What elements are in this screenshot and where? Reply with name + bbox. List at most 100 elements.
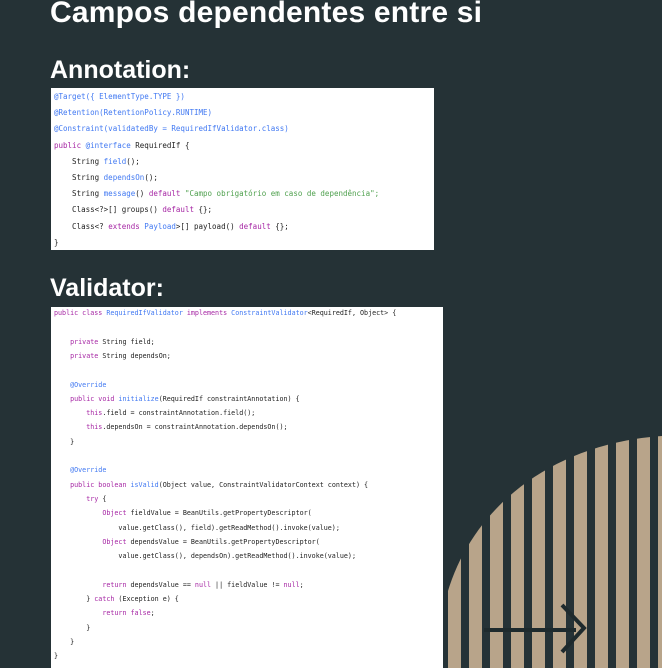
code-line: String dependsOn(); [54,173,158,182]
code-line: @Override [54,466,106,474]
code-token: {}; [193,205,213,215]
code-token: Payload [139,221,176,231]
stripe [595,436,608,668]
code-token: String [54,173,104,182]
code-token: >[] payload() [175,221,240,231]
code-token: (RequiredIf constraintAnnotation) { [158,394,300,403]
validator-section-label: Validator: [50,274,164,302]
code-line: } [54,652,58,660]
code-token: catch [94,595,115,603]
code-token: return [54,580,131,589]
code-token: @Target({ ElementType.TYPE }) [54,92,185,101]
code-line: String field(); [54,157,140,166]
code-line: Object fieldValue = BeanUtils.getPropert… [54,509,311,518]
code-token: {}; [270,221,289,231]
stripe [532,436,545,668]
code-token: private [54,351,103,360]
code-token: @interface [85,140,131,150]
annotation-section-label: Annotation: [50,56,191,84]
stripe [469,436,482,668]
code-token: value.getClass(), dependsOn).getReadMeth… [54,552,356,561]
code-token: message [103,189,136,199]
code-token: .field = constraintAnnotation.field(); [102,409,256,418]
code-line: private String dependsOn; [54,352,171,360]
code-token: Object [54,509,131,518]
code-line: @Retention(RetentionPolicy.RUNTIME) [54,108,212,117]
code-line: Object dependsValue = BeanUtils.getPrope… [54,537,320,546]
code-token: (); [144,173,158,182]
code-token: @Override [54,466,107,475]
code-line: Class<? extends Payload>[] payload() def… [54,222,289,231]
code-token: } [54,437,75,446]
code-token: this [54,409,103,418]
code-token: default [239,221,271,231]
code-token: } [54,652,59,661]
code-token: public void [54,394,119,403]
code-token: null [283,580,300,589]
stripe [658,436,662,668]
code-token: public boolean [54,480,131,489]
code-token: RequiredIfValidator [106,309,183,317]
stripe [553,436,566,668]
code-token: "Campo obrigatório em caso de dependênci… [180,189,380,199]
code-token: dependsValue == [130,580,195,589]
code-token: String [54,156,104,166]
code-token: Class<?>[] groups() [54,205,163,215]
code-token: try [54,494,103,503]
code-token: default [162,205,194,215]
code-token: @Retention(RetentionPolicy.RUNTIME) [54,108,213,118]
code-line: private String field; [54,338,155,346]
stripe [616,436,629,668]
code-token: Class<? [54,221,109,231]
code-line: return dependsValue == null || fieldValu… [54,580,304,589]
code-token: ; [150,609,155,618]
stripe [637,436,650,668]
stripe-pattern [448,436,662,668]
code-token: value.getClass(), field).getReadMethod()… [54,523,340,532]
code-token: public [54,140,86,150]
code-token: String dependsOn; [102,351,171,360]
code-token: } [54,237,59,247]
code-line: } catch (Exception e) { [54,595,179,603]
code-token: } [54,637,75,646]
code-token: initialize [118,394,159,403]
code-line: } [54,238,59,247]
code-line: value.getClass(), field).getReadMethod()… [54,523,340,532]
stripe [511,436,524,668]
code-token: RequiredIf { [130,140,190,150]
code-line: value.getClass(), dependsOn).getReadMeth… [54,552,356,560]
code-line: } [54,624,90,632]
code-token: (Exception e) { [114,595,179,603]
code-line: public boolean isValid(Object value, Con… [54,481,368,489]
code-token: } [54,595,95,603]
stripe [448,436,461,668]
code-token: implements [182,309,232,317]
code-line: public @interface RequiredIf { [54,141,189,150]
code-line: @Target({ ElementType.TYPE }) [54,92,185,101]
code-token: ; [299,580,304,589]
code-line: this.dependsOn = constraintAnnotation.de… [54,423,287,432]
code-line: this.field = constraintAnnotation.field(… [54,409,255,417]
code-token: isValid [130,480,159,489]
code-line: } [54,638,74,646]
annotation-code-block: @Target({ ElementType.TYPE }) @Retention(… [51,88,434,250]
code-token: null [194,580,212,589]
code-token: this [54,423,103,432]
code-token: } [54,623,91,632]
stripe [490,436,503,668]
code-token: dependsValue = BeanUtils.getPropertyDesc… [130,537,320,546]
code-token: @Override [54,380,107,389]
code-token: ConstraintValidator [231,309,308,317]
code-token: (); [126,156,140,166]
code-line: try { [54,495,106,503]
code-token: String [54,189,104,199]
code-line: @Override [54,381,106,389]
code-token: return false [54,609,151,618]
code-line: String message() default "Campo obrigató… [54,189,379,198]
code-line: Class<?>[] groups() default {}; [54,205,212,214]
code-token: Object [54,537,131,546]
code-line: } [54,438,74,446]
code-token: (Object value, ConstraintValidatorContex… [158,480,369,489]
code-token: dependsOn [103,173,145,182]
code-line: public void initialize(RequiredIf constr… [54,395,300,403]
